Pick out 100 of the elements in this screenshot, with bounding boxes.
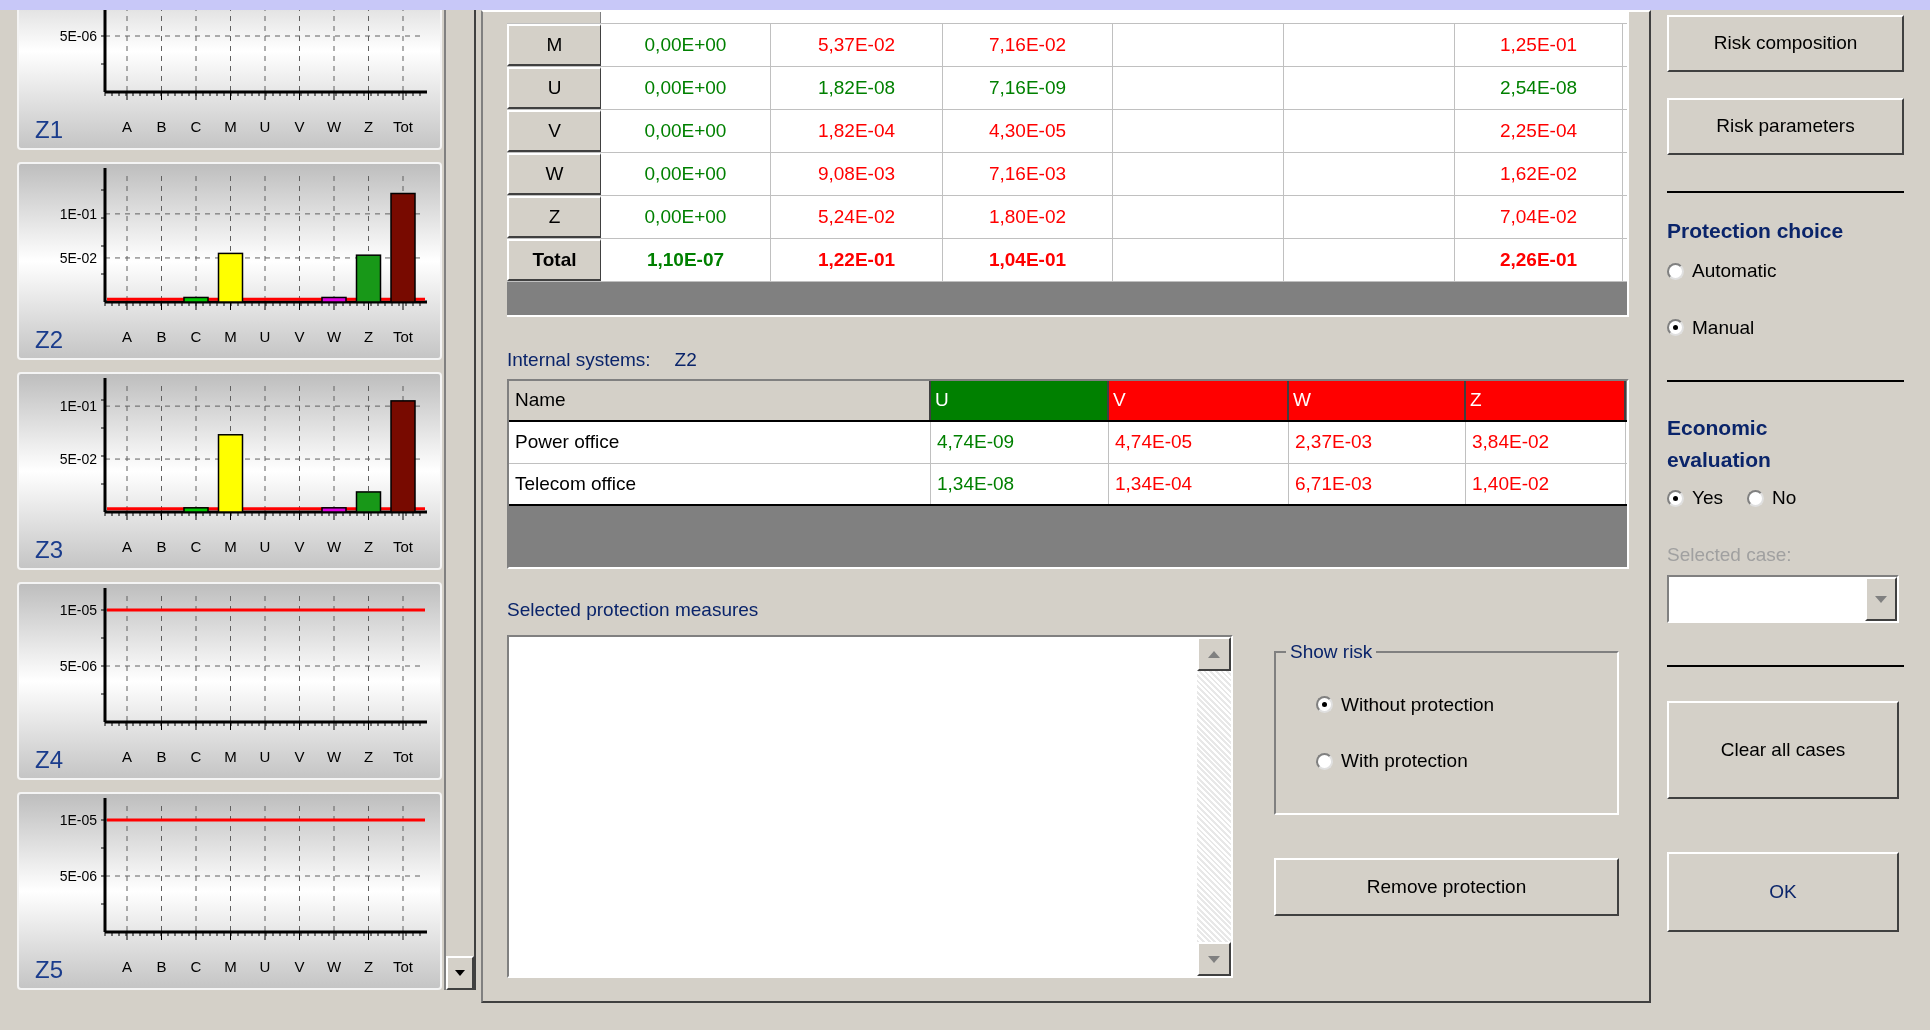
- y-tick-label: 5E-06: [59, 658, 97, 674]
- row-header: M: [546, 32, 563, 57]
- bar: [355, 254, 382, 303]
- scroll-down-button[interactable]: [446, 956, 474, 990]
- table-cell-text: 1,10E-07: [646, 247, 725, 272]
- radio-option[interactable]: Automatic: [1667, 257, 1907, 286]
- x-tick-label: Z: [363, 118, 374, 135]
- radio-option[interactable]: With protection: [1316, 747, 1617, 776]
- x-tick-label: V: [294, 328, 305, 345]
- x-tick-label: A: [122, 328, 132, 345]
- dropdown-arrow-icon: [1875, 595, 1887, 603]
- zone-label: Z2: [674, 347, 697, 372]
- section-title: Protection choice: [1667, 218, 1845, 244]
- y-tick-label: 5E-02: [59, 451, 97, 468]
- zone-label: Z3: [35, 536, 63, 563]
- zone-label: Z1: [35, 116, 63, 143]
- radio-option[interactable]: Yes: [1667, 484, 1723, 513]
- table-cell-text: 0,00E+00: [644, 118, 727, 143]
- row-header: U: [547, 75, 562, 100]
- table-cell-text: 7,16E-03: [988, 161, 1067, 186]
- x-tick-label: M: [224, 958, 237, 975]
- x-tick-label: W: [326, 748, 342, 765]
- table-cell-text: 4,30E-05: [988, 118, 1067, 143]
- table-cell-text: 0,00E+00: [644, 32, 727, 57]
- x-tick-label: B: [156, 538, 167, 555]
- bar: [183, 507, 209, 513]
- radio-option[interactable]: Without protection: [1316, 690, 1617, 719]
- x-tick-label: M: [224, 748, 237, 765]
- table-cell-text: 4,74E-09: [937, 430, 1015, 455]
- scroll-down-button[interactable]: [1197, 942, 1231, 976]
- x-tick-label: M: [224, 328, 237, 345]
- row-header: Total: [532, 247, 577, 272]
- radio-option[interactable]: No: [1747, 484, 1797, 513]
- table-cell-text: 0,00E+00: [644, 204, 727, 229]
- x-tick-label: V: [294, 118, 305, 135]
- table-cell-text: 2,26E-01: [1499, 247, 1578, 272]
- row-header: Z: [548, 204, 561, 229]
- y-tick-label: 1E-01: [59, 398, 97, 415]
- row-header: V: [548, 118, 561, 143]
- section-label: Selected protection measures: [507, 597, 759, 622]
- x-tick-label: Tot: [393, 748, 413, 765]
- clear-cases-button[interactable]: Clear all cases: [1667, 701, 1899, 799]
- side-button[interactable]: Risk composition: [1667, 15, 1904, 72]
- x-tick-label: U: [259, 118, 271, 135]
- case-dropdown[interactable]: [1667, 575, 1899, 623]
- table-cell-text: 4,74E-05: [1115, 430, 1193, 455]
- x-tick-label: Z: [363, 328, 374, 345]
- remove-protection-button[interactable]: Remove protection: [1274, 858, 1619, 916]
- x-tick-label: Tot: [393, 538, 413, 555]
- x-tick-label: M: [224, 118, 237, 135]
- bar: [321, 507, 347, 513]
- table-cell-text: 1,40E-02: [1472, 471, 1550, 496]
- table-cell-text: 1,34E-04: [1115, 471, 1193, 496]
- table-cell-text: Telecom office: [515, 471, 637, 496]
- table-cell-text: 7,04E-02: [1499, 204, 1578, 229]
- zone-label: Z5: [35, 956, 63, 983]
- table-cell-text: 7,16E-09: [988, 75, 1067, 100]
- bar: [217, 252, 244, 303]
- column-header: V: [1109, 381, 1289, 420]
- bar: [355, 491, 382, 513]
- section-title: Economic evaluation: [1667, 415, 1772, 473]
- bar: [183, 296, 209, 303]
- table-cell-text: 1,34E-08: [937, 471, 1015, 496]
- x-tick-label: U: [259, 538, 271, 555]
- up-arrow-icon: [1208, 650, 1220, 658]
- side-button[interactable]: Risk parameters: [1667, 98, 1904, 155]
- ok-button[interactable]: OK: [1667, 852, 1899, 932]
- down-arrow-icon: [1208, 955, 1220, 963]
- x-tick-label: U: [259, 958, 271, 975]
- y-tick-label: 5E-06: [59, 868, 97, 884]
- scrollbar[interactable]: [444, 10, 476, 990]
- table-cell-text: 2,37E-03: [1295, 430, 1373, 455]
- scrollbar[interactable]: [1197, 637, 1231, 976]
- table-cell-text: 1,80E-02: [988, 204, 1067, 229]
- radio-option[interactable]: Manual: [1667, 313, 1907, 342]
- table-cell-text: 1,25E-01: [1499, 32, 1578, 57]
- y-tick-label: 5E-02: [59, 249, 97, 266]
- table-cell-text: 3,84E-02: [1472, 430, 1550, 455]
- table-cell-text: 0,00E+00: [644, 75, 727, 100]
- x-tick-label: C: [190, 118, 202, 135]
- y-tick-label: 1E-05: [59, 812, 97, 828]
- x-tick-label: C: [190, 748, 202, 765]
- bar: [321, 296, 347, 303]
- x-tick-label: U: [259, 328, 271, 345]
- x-tick-label: V: [294, 538, 305, 555]
- scroll-up-button[interactable]: [1197, 637, 1231, 671]
- x-tick-label: C: [190, 328, 202, 345]
- column-header: W: [1289, 381, 1466, 420]
- table-cell-text: 1,82E-08: [817, 75, 896, 100]
- x-tick-label: U: [259, 748, 271, 765]
- x-tick-label: M: [224, 538, 237, 555]
- table-cell-text: 9,08E-03: [817, 161, 896, 186]
- x-tick-label: W: [326, 118, 342, 135]
- down-arrow-icon: [455, 970, 465, 976]
- table-cell-text: 2,25E-04: [1499, 118, 1578, 143]
- table-cell-text: 5,37E-02: [817, 32, 896, 57]
- table-cell-text: 1,04E-01: [988, 247, 1067, 272]
- x-tick-label: Z: [363, 958, 374, 975]
- column-header: U: [931, 381, 1109, 420]
- table-cell-text: 1,82E-04: [817, 118, 896, 143]
